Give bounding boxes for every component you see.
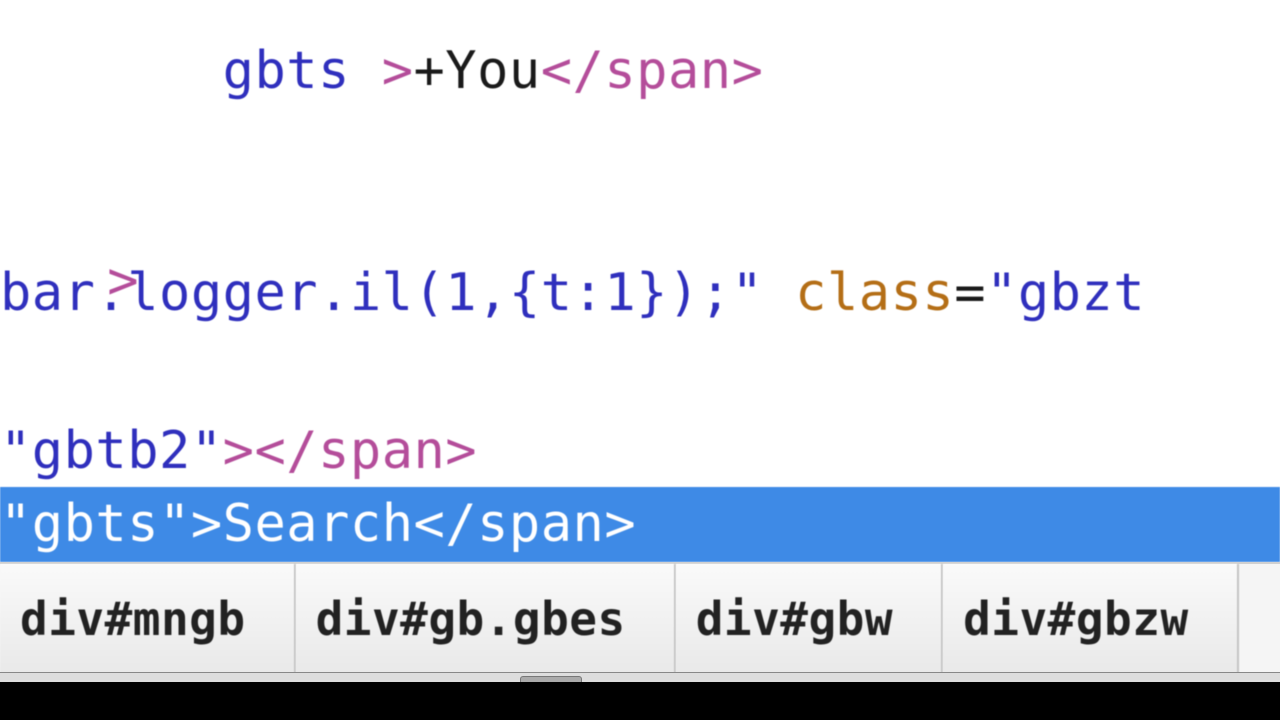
- dom-breadcrumb-bar: div#mngb div#gb.gbes div#gbw div#gbzw: [0, 562, 1280, 674]
- code-line-span-close: "gbtb2"></span>: [0, 418, 477, 486]
- code-line-attr: bar.logger.il(1,{t:1});" class="gbzt: [0, 260, 1145, 328]
- breadcrumb-item[interactable]: div#gb.gbes: [296, 564, 676, 674]
- letterbox-bar: [0, 682, 1280, 720]
- source-code-panel[interactable]: gbts >+You</span> > bar.logger.il(1,{t:1…: [0, 0, 1280, 560]
- breadcrumb-item[interactable]: div#gbzw: [943, 564, 1239, 674]
- selected-code-line[interactable]: "gbts">Search</span>: [0, 487, 1280, 562]
- breadcrumb-item[interactable]: div#gbw: [676, 564, 943, 674]
- breadcrumb-item[interactable]: div#mngb: [0, 564, 296, 674]
- code-line: gbts >+You</span>: [0, 0, 763, 173]
